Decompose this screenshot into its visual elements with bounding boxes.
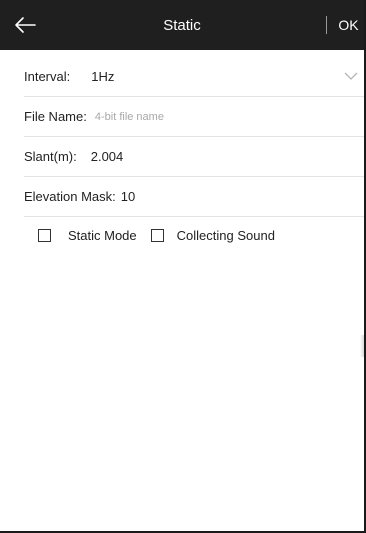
header-divider: [326, 16, 327, 34]
elevation-mask-value[interactable]: 10: [121, 189, 135, 204]
interval-value[interactable]: 1Hz: [91, 69, 114, 84]
interval-row[interactable]: Interval: 1Hz: [24, 57, 364, 97]
page-title: Static: [163, 17, 201, 34]
elevation-mask-row: Elevation Mask: 10: [24, 177, 364, 217]
elevation-mask-label: Elevation Mask:: [24, 189, 116, 204]
collecting-sound-checkbox[interactable]: [150, 229, 164, 242]
collecting-sound-label[interactable]: Collecting Sound: [177, 228, 275, 243]
options-row: Static Mode Collecting Sound: [24, 217, 364, 254]
interval-label: Interval:: [24, 69, 71, 84]
slant-row: Slant(m): 2.004: [24, 137, 364, 177]
static-mode-label[interactable]: Static Mode: [68, 228, 137, 243]
file-name-label: File Name:: [24, 109, 87, 124]
ok-button[interactable]: OK: [333, 0, 364, 50]
scroll-edge-indicator: [360, 335, 364, 357]
chevron-down-icon[interactable]: [344, 69, 358, 83]
file-name-input[interactable]: [94, 110, 275, 123]
file-name-row: File Name:: [24, 97, 364, 137]
static-settings-form: Interval: 1Hz File Name: Slant(m): 2.004…: [24, 57, 364, 254]
top-bar: Static OK: [0, 0, 364, 50]
slant-value[interactable]: 2.004: [91, 149, 124, 164]
slant-label: Slant(m):: [24, 149, 77, 164]
static-mode-checkbox[interactable]: [38, 229, 51, 242]
